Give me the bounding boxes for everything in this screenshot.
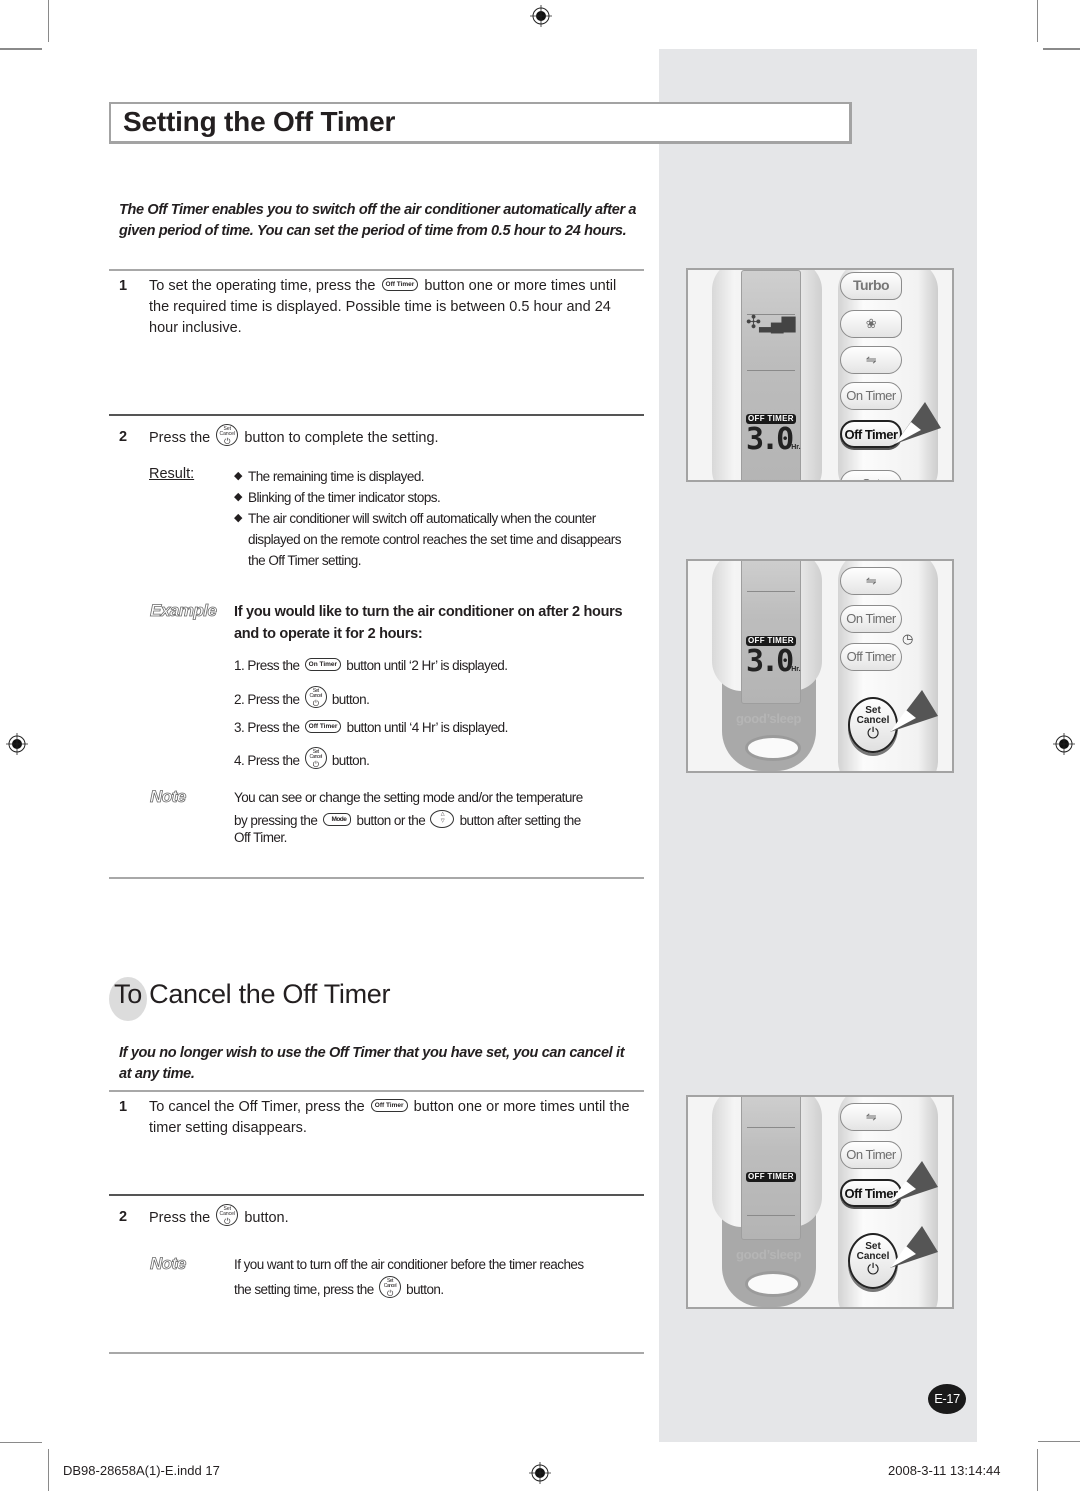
section1-step-2: 2 Press the Set Cancel ⏻ button to complet… bbox=[119, 424, 639, 449]
brand-logo: good’sleep bbox=[736, 1247, 802, 1262]
clock-icon: ◷ bbox=[902, 631, 914, 646]
remote-lcd-screen bbox=[741, 1097, 801, 1240]
lcd-separator bbox=[747, 1127, 795, 1128]
step-text: button to complete the setting. bbox=[244, 429, 439, 446]
section1-intro: The Off Timer enables you to switch off … bbox=[119, 202, 637, 239]
crop-mark bbox=[48, 1449, 49, 1491]
step-number: 1 bbox=[119, 1099, 128, 1115]
lcd-separator bbox=[747, 591, 795, 592]
remote-on-timer-button: On Timer bbox=[840, 605, 902, 633]
temperature-button-icon: △ ▽ bbox=[430, 810, 455, 829]
pointer-arrow-icon bbox=[890, 690, 938, 732]
divider bbox=[109, 1352, 644, 1354]
section2-note: If you want to turn off the air conditio… bbox=[234, 1257, 584, 1299]
mode-button-icon: Mode bbox=[322, 812, 352, 826]
crop-mark bbox=[1037, 0, 1038, 42]
step-text: To set the operating time, press the bbox=[149, 278, 376, 294]
remote-fan-button: ❀ bbox=[840, 310, 902, 338]
crop-mark bbox=[0, 48, 42, 50]
swing-icon: ⇋ bbox=[865, 573, 877, 588]
remote-swing-button: ⇋ bbox=[840, 1103, 902, 1131]
divider bbox=[109, 414, 644, 416]
remote-swing-button: ⇋ bbox=[840, 567, 902, 595]
remote-turbo-button: Turbo bbox=[840, 272, 902, 300]
example-step: 3. Press the Off Timer button until ‘4 H… bbox=[234, 719, 508, 735]
remote-body-right bbox=[838, 270, 938, 480]
off-timer-button-icon: Off Timer bbox=[381, 277, 419, 291]
crop-mark bbox=[1043, 48, 1080, 50]
crop-mark bbox=[1037, 1449, 1038, 1491]
crop-mark bbox=[0, 1442, 42, 1443]
section1-note: You can see or change the setting mode a… bbox=[234, 790, 583, 845]
brand-logo: good’sleep bbox=[736, 711, 802, 726]
note-label: Note bbox=[150, 787, 187, 807]
example-step: 2. Press the Set Cancel ⏻ button. bbox=[234, 686, 370, 709]
remote-oval-button bbox=[745, 735, 801, 761]
result-item: Blinking of the timer indicator stops. bbox=[234, 487, 624, 508]
page-number-badge: E-17 bbox=[928, 1384, 966, 1414]
result-item: The air conditioner will switch off auto… bbox=[234, 508, 624, 571]
result-item: The remaining time is displayed. bbox=[234, 466, 624, 487]
step-number: 1 bbox=[119, 278, 128, 294]
registration-mark-icon bbox=[529, 1462, 551, 1484]
remote-illustration-2: OFF TIMER 3.0Hr. good’sleep ⇋ On Timer ◷… bbox=[686, 559, 954, 773]
swing-icon: ⇋ bbox=[865, 1109, 877, 1124]
example-step: 1. Press the On Timer button until ‘2 Hr… bbox=[234, 657, 508, 673]
set-cancel-button-icon: Set Cancel ⏻ bbox=[378, 1276, 401, 1299]
example-label: Example bbox=[150, 601, 218, 621]
off-timer-button-icon: Off Timer bbox=[304, 719, 342, 733]
section2-heading: To Cancel the Off Timer bbox=[109, 973, 391, 1021]
divider bbox=[109, 269, 644, 271]
set-cancel-button-icon: Set Cancel ⏻ bbox=[216, 424, 239, 446]
section2-intro: If you no longer wish to use the Off Tim… bbox=[119, 1045, 625, 1082]
crop-mark bbox=[1038, 1441, 1080, 1442]
registration-mark-icon bbox=[530, 5, 552, 27]
set-cancel-button-icon: Set Cancel ⏻ bbox=[304, 686, 327, 709]
registration-mark-icon bbox=[6, 733, 28, 755]
pointer-arrow-icon bbox=[895, 402, 941, 444]
section2-title: To Cancel the Off Timer bbox=[114, 979, 391, 1009]
fan-speed-icon: ✣▂▄▆ bbox=[746, 312, 796, 332]
swing-icon: ⇋ bbox=[865, 352, 877, 367]
set-cancel-button-icon: Set Cancel ⏻ bbox=[216, 1204, 239, 1226]
page-title: Setting the Off Timer bbox=[123, 106, 396, 137]
remote-oval-button bbox=[745, 1271, 801, 1297]
section2-step-2: 2 Press the Set Cancel ⏻ button. bbox=[119, 1204, 289, 1226]
lcd-separator bbox=[747, 1215, 795, 1216]
remote-illustration-1: ✣▂▄▆ OFF TIMER 3.0Hr. Turbo ❀ ⇋ On Timer… bbox=[686, 268, 954, 482]
step-text: Press the bbox=[149, 429, 211, 446]
registration-mark-icon bbox=[1053, 733, 1075, 755]
footer-filename: DB98-28658A(1)-E.indd 17 bbox=[63, 1463, 220, 1478]
result-label: Result: bbox=[149, 466, 195, 482]
footer-timestamp: 2008-3-11 13:14:44 bbox=[888, 1463, 1001, 1478]
off-timer-button-icon: Off Timer bbox=[370, 1098, 408, 1112]
example-heading: If you would like to turn the air condit… bbox=[234, 604, 623, 642]
step-number: 2 bbox=[119, 1209, 128, 1225]
remote-swing-button: ⇋ bbox=[840, 346, 902, 374]
section1-step-1: 1 To set the operating time, press the O… bbox=[119, 276, 639, 339]
remote-set-button-partial: Set bbox=[840, 470, 902, 480]
pointer-arrow-icon bbox=[890, 1161, 938, 1203]
lcd-time-readout: 3.0Hr. bbox=[746, 422, 801, 457]
remote-illustration-3: OFF TIMER good’sleep ⇋ On Timer Off Time… bbox=[686, 1095, 954, 1309]
lcd-time-readout: 3.0Hr. bbox=[746, 644, 801, 679]
on-timer-button-icon: On Timer bbox=[304, 657, 342, 671]
divider bbox=[109, 1194, 644, 1196]
lcd-separator bbox=[747, 370, 795, 371]
pointer-arrow-icon bbox=[890, 1226, 938, 1268]
fan-icon: ❀ bbox=[865, 316, 877, 331]
set-cancel-button-icon: Set Cancel ⏻ bbox=[304, 747, 327, 770]
note-label: Note bbox=[150, 1254, 187, 1274]
divider bbox=[109, 877, 644, 879]
section2-step-1: 1 To cancel the Off Timer, press the Off… bbox=[119, 1098, 630, 1136]
remote-off-timer-button: Off Timer bbox=[840, 643, 902, 671]
crop-mark bbox=[48, 0, 49, 42]
example-step: 4. Press the Set Cancel ⏻ button. bbox=[234, 747, 370, 770]
divider bbox=[109, 1090, 644, 1092]
section-title-box: Setting the Off Timer bbox=[109, 102, 852, 144]
result-list: The remaining time is displayed. Blinkin… bbox=[234, 466, 624, 571]
step-number: 2 bbox=[119, 429, 128, 445]
lcd-off-timer-indicator: OFF TIMER bbox=[746, 1172, 796, 1182]
